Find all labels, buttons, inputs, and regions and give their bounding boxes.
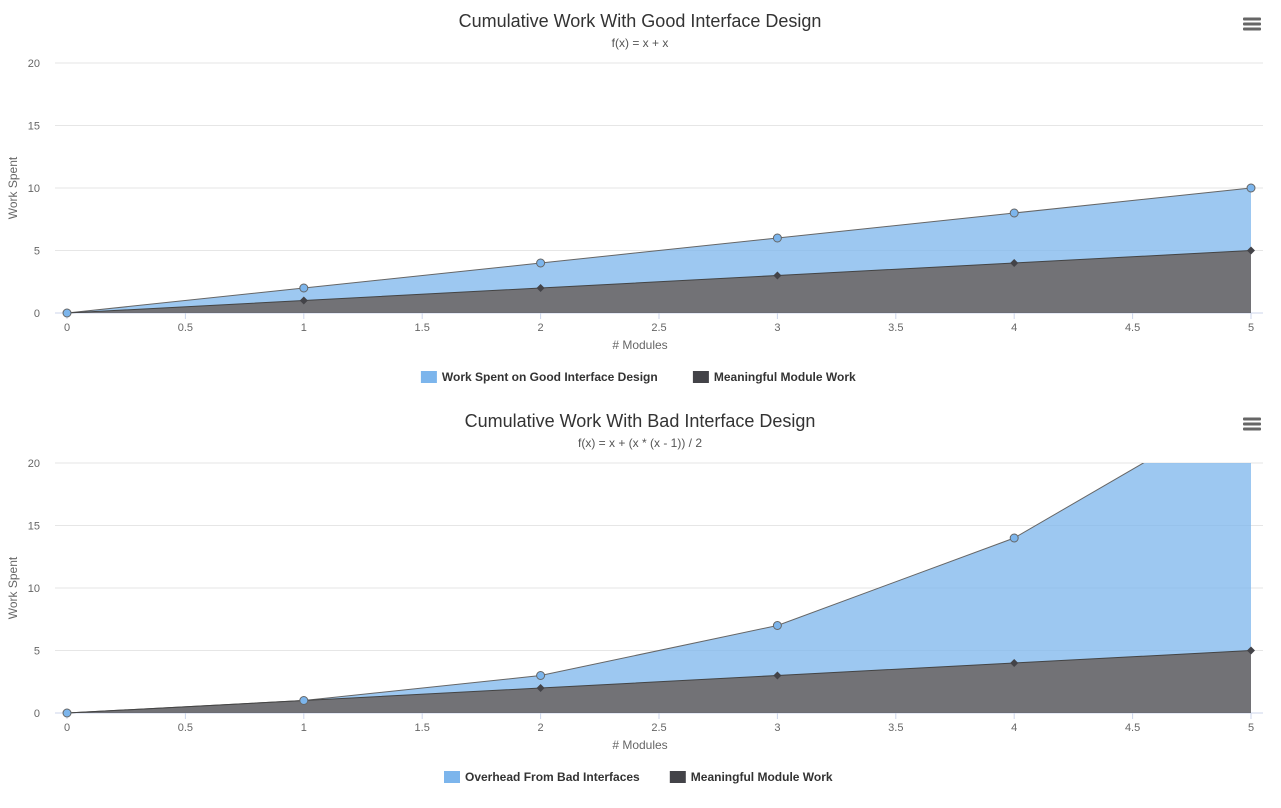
x-tick-label: 5 — [1248, 722, 1254, 734]
chart-subtitle: f(x) = x + (x * (x - 1)) / 2 — [578, 436, 702, 450]
y-axis-title: Work Spent — [6, 556, 20, 619]
charts-container: Cumulative Work With Good Interface Desi… — [0, 0, 1281, 808]
x-tick-label: 0.5 — [178, 722, 193, 734]
data-point-circle[interactable] — [536, 671, 546, 680]
y-tick-label: 5 — [34, 646, 40, 658]
legend-item[interactable]: Work Spent on Good Interface Design — [420, 370, 658, 384]
data-point-circle[interactable] — [772, 621, 782, 630]
x-tick-label: 2.5 — [651, 722, 666, 734]
legend-swatch — [692, 371, 709, 383]
hamburger-menu-icon[interactable] — [1243, 417, 1261, 431]
x-tick-label: 1.5 — [415, 722, 430, 734]
x-tick-label: 5 — [1248, 322, 1254, 334]
menu-bar — [1243, 422, 1261, 426]
menu-bar — [1243, 27, 1261, 31]
y-tick-label: 0 — [34, 708, 40, 720]
y-tick-label: 20 — [28, 458, 40, 470]
x-tick-label: 0.5 — [178, 322, 193, 334]
x-tick-label: 4.5 — [1125, 722, 1140, 734]
data-point-circle[interactable] — [536, 258, 546, 268]
x-tick-label: 4 — [1011, 722, 1017, 734]
legend-item[interactable]: Overhead From Bad Interfaces — [444, 770, 640, 784]
menu-bar — [1243, 22, 1261, 26]
data-point-circle[interactable] — [1009, 533, 1019, 543]
y-tick-label: 20 — [28, 58, 40, 70]
data-point-circle[interactable] — [62, 308, 72, 318]
x-tick-label: 2 — [538, 322, 544, 334]
menu-bar — [1243, 417, 1261, 421]
x-tick-label: 3 — [774, 722, 780, 734]
y-axis-title: Work Spent — [6, 156, 20, 219]
x-tick-label: 1 — [301, 322, 307, 334]
legend-label: Meaningful Module Work — [691, 770, 833, 784]
x-tick-label: 1 — [301, 722, 307, 734]
legend-swatch — [669, 771, 686, 783]
x-axis-title: # Modules — [612, 338, 667, 352]
hamburger-menu-icon[interactable] — [1243, 17, 1261, 31]
y-tick-label: 15 — [28, 521, 40, 533]
data-point-circle[interactable] — [1009, 208, 1019, 218]
chart-bad-interface: Cumulative Work With Bad Interface Desig… — [6, 411, 1263, 784]
legend-item[interactable]: Meaningful Module Work — [669, 770, 833, 784]
y-tick-label: 0 — [34, 308, 40, 320]
chart-subtitle: f(x) = x + x — [612, 36, 669, 50]
menu-bar — [1243, 17, 1261, 21]
x-tick-label: 3 — [774, 322, 780, 334]
x-tick-label: 4.5 — [1125, 322, 1140, 334]
legend-item[interactable]: Meaningful Module Work — [692, 370, 856, 384]
chart-good-interface: Cumulative Work With Good Interface Desi… — [6, 11, 1263, 384]
x-axis-title: # Modules — [612, 738, 667, 752]
chart-title: Cumulative Work With Bad Interface Desig… — [465, 411, 816, 431]
x-tick-label: 0 — [64, 322, 70, 334]
legend: Overhead From Bad Interfaces Meaningful M… — [444, 770, 833, 784]
y-tick-label: 15 — [28, 121, 40, 133]
y-tick-label: 10 — [28, 183, 40, 195]
x-tick-label: 2.5 — [651, 322, 666, 334]
x-tick-label: 3.5 — [888, 722, 903, 734]
menu-bar — [1243, 427, 1261, 431]
legend-swatch — [444, 771, 460, 783]
legend: Work Spent on Good Interface Design Meani… — [420, 370, 856, 384]
x-tick-label: 1.5 — [415, 322, 430, 334]
legend-swatch — [420, 371, 437, 383]
chart-title: Cumulative Work With Good Interface Desi… — [459, 11, 822, 31]
x-tick-label: 2 — [538, 722, 544, 734]
data-point-circle[interactable] — [62, 708, 72, 718]
legend-label: Work Spent on Good Interface Design — [442, 370, 658, 384]
legend-label: Meaningful Module Work — [714, 370, 856, 384]
y-tick-label: 10 — [28, 583, 40, 595]
data-point-circle[interactable] — [299, 283, 309, 293]
y-tick-label: 5 — [34, 246, 40, 258]
data-point-circle[interactable] — [299, 696, 309, 705]
data-point-circle[interactable] — [772, 233, 782, 243]
x-tick-label: 4 — [1011, 322, 1017, 334]
x-tick-label: 3.5 — [888, 322, 903, 334]
x-tick-label: 0 — [64, 722, 70, 734]
legend-label: Overhead From Bad Interfaces — [465, 770, 640, 784]
data-point-circle[interactable] — [1246, 183, 1256, 193]
